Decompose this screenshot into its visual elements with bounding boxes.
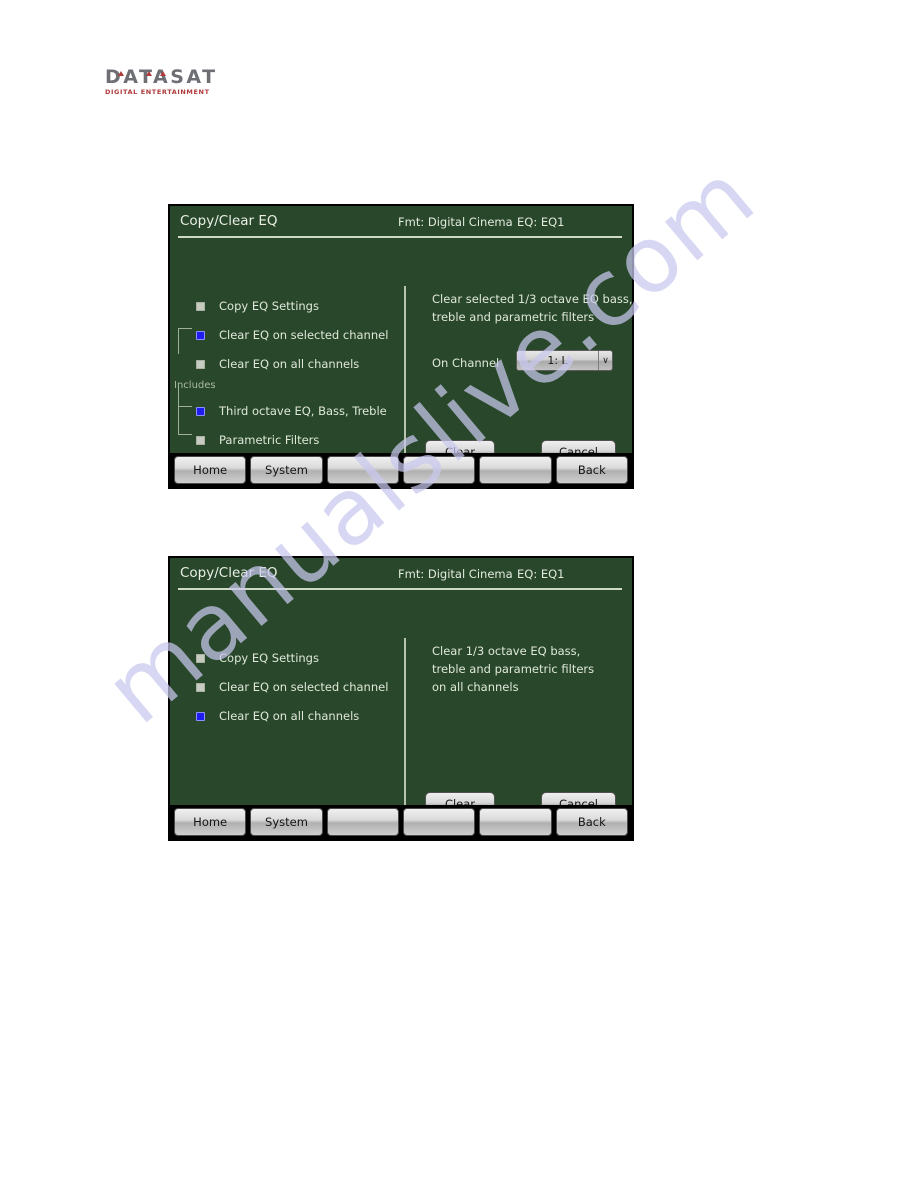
screen-header: Copy/Clear EQ Fmt: Digital Cinema EQ: EQ… bbox=[170, 206, 632, 240]
screen-body: Includes Copy EQ Settings Clear EQ on se… bbox=[170, 240, 633, 476]
page-title: Copy/Clear EQ bbox=[180, 213, 278, 229]
on-channel-label: On Channel bbox=[432, 356, 500, 370]
info-text-line: on all channels bbox=[432, 680, 519, 694]
option-copy-eq-settings[interactable]: Copy EQ Settings bbox=[196, 650, 319, 666]
radio-indicator[interactable] bbox=[196, 711, 205, 721]
page-title: Copy/Clear EQ bbox=[180, 565, 278, 581]
channel-select[interactable]: 1: L ∨ bbox=[516, 350, 613, 371]
nav-button-empty-1[interactable] bbox=[326, 808, 399, 836]
bottom-navbar: Home System Back bbox=[170, 805, 632, 839]
screen-header: Copy/Clear EQ Fmt: Digital Cinema EQ: EQ… bbox=[170, 558, 632, 592]
nav-button-empty-2[interactable] bbox=[402, 808, 476, 836]
option-copy-eq-settings[interactable]: Copy EQ Settings bbox=[196, 298, 319, 314]
format-status: Fmt: Digital Cinema bbox=[398, 215, 513, 229]
screen-inner: Copy/Clear EQ Fmt: Digital Cinema EQ: EQ… bbox=[170, 558, 632, 839]
info-text-line: treble and parametric filters bbox=[432, 662, 595, 676]
option-label: Clear EQ on all channels bbox=[219, 357, 360, 371]
includes-label: Includes bbox=[174, 380, 216, 391]
nav-button-system[interactable]: System bbox=[250, 456, 323, 484]
checkbox-indicator[interactable] bbox=[196, 435, 205, 445]
column-divider bbox=[404, 638, 406, 828]
option-clear-eq-selected-channel[interactable]: Clear EQ on selected channel bbox=[196, 679, 388, 695]
option-label: Clear EQ on selected channel bbox=[219, 680, 389, 694]
radio-indicator[interactable] bbox=[196, 359, 205, 369]
option-parametric-filters[interactable]: Parametric Filters bbox=[196, 432, 319, 448]
bottom-navbar: Home System Back bbox=[170, 453, 632, 487]
nav-button-empty-3[interactable] bbox=[479, 456, 552, 484]
option-label: Parametric Filters bbox=[219, 433, 320, 447]
datasat-logo: DATASAT DIGITAL ENTERTAINMENT bbox=[105, 68, 218, 96]
header-divider bbox=[178, 236, 622, 238]
nav-button-back[interactable]: Back bbox=[555, 808, 628, 836]
channel-select-value: 1: L bbox=[517, 351, 599, 370]
info-text-line: Clear selected 1/3 octave EQ bass, bbox=[432, 292, 633, 306]
nav-button-empty-3[interactable] bbox=[479, 808, 552, 836]
screen-inner: Copy/Clear EQ Fmt: Digital Cinema EQ: EQ… bbox=[170, 206, 633, 487]
radio-indicator[interactable] bbox=[196, 330, 205, 340]
chevron-down-icon[interactable]: ∨ bbox=[599, 351, 612, 370]
nav-button-back[interactable]: Back bbox=[555, 456, 628, 484]
nav-button-system[interactable]: System bbox=[250, 808, 323, 836]
nav-button-home[interactable]: Home bbox=[174, 456, 247, 484]
info-text-line: treble and parametric filters bbox=[432, 310, 595, 324]
brand-name: DATASAT bbox=[105, 66, 218, 88]
option-label: Clear EQ on all channels bbox=[219, 709, 360, 723]
option-clear-eq-all-channels[interactable]: Clear EQ on all channels bbox=[196, 708, 359, 724]
nav-button-empty-2[interactable] bbox=[402, 456, 476, 484]
radio-indicator[interactable] bbox=[196, 682, 205, 692]
eq-status: EQ: EQ1 bbox=[517, 215, 565, 229]
nav-button-home[interactable]: Home bbox=[174, 808, 247, 836]
copy-clear-eq-screen-all-channels: Copy/Clear EQ Fmt: Digital Cinema EQ: EQ… bbox=[168, 556, 634, 841]
checkbox-indicator[interactable] bbox=[196, 406, 205, 416]
eq-status: EQ: EQ1 bbox=[517, 567, 565, 581]
copy-clear-eq-screen-selected-channel: Copy/Clear EQ Fmt: Digital Cinema EQ: EQ… bbox=[168, 204, 634, 489]
option-label: Copy EQ Settings bbox=[219, 299, 319, 313]
info-text-line: Clear 1/3 octave EQ bass, bbox=[432, 644, 581, 658]
nav-button-empty-1[interactable] bbox=[326, 456, 399, 484]
column-divider bbox=[404, 286, 406, 476]
brand-tagline: DIGITAL ENTERTAINMENT bbox=[105, 88, 210, 96]
option-label: Third octave EQ, Bass, Treble bbox=[219, 404, 387, 418]
option-label: Clear EQ on selected channel bbox=[219, 328, 389, 342]
radio-indicator[interactable] bbox=[196, 653, 205, 663]
screen-body: Copy EQ Settings Clear EQ on selected ch… bbox=[170, 592, 632, 828]
option-clear-eq-all-channels[interactable]: Clear EQ on all channels bbox=[196, 356, 359, 372]
format-status: Fmt: Digital Cinema bbox=[398, 567, 513, 581]
option-third-octave-eq-bass-treble[interactable]: Third octave EQ, Bass, Treble bbox=[196, 403, 387, 419]
radio-indicator[interactable] bbox=[196, 301, 205, 311]
header-divider bbox=[178, 588, 622, 590]
option-label: Copy EQ Settings bbox=[219, 651, 319, 665]
option-clear-eq-selected-channel[interactable]: Clear EQ on selected channel bbox=[196, 327, 388, 343]
